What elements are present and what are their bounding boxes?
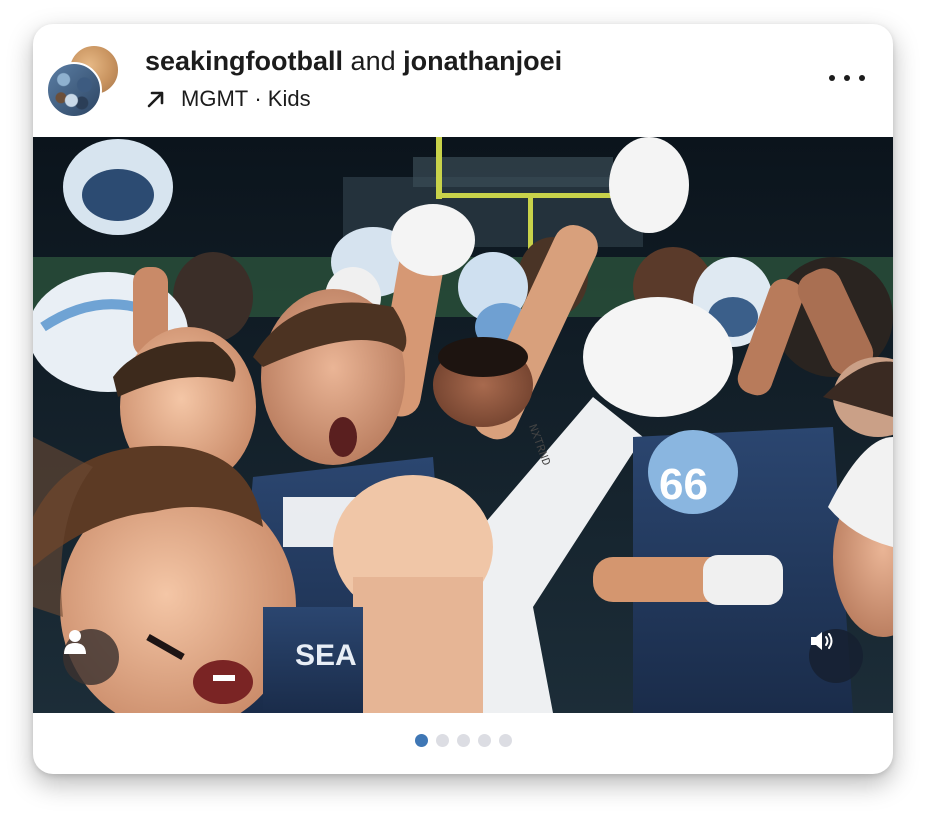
person-icon [64, 630, 86, 654]
audio-separator: · [254, 86, 262, 111]
author-primary-link[interactable]: seakingfootball [145, 46, 343, 76]
post-media[interactable]: 66 SEA NXTRND [33, 137, 893, 713]
carousel-dot[interactable] [498, 734, 512, 747]
post-card: seakingfootball and jonathanjoei MGMT · … [33, 24, 893, 774]
more-horizontal-icon [829, 75, 835, 81]
carousel-dot[interactable] [477, 734, 491, 747]
carousel-dot[interactable] [456, 734, 470, 747]
audio-attribution[interactable]: MGMT · Kids [145, 86, 311, 112]
carousel-indicator [414, 734, 512, 747]
jersey-team-text: SEA [295, 639, 357, 672]
arrow-up-right-icon [147, 91, 164, 108]
post-header: seakingfootball and jonathanjoei MGMT · … [33, 24, 893, 137]
post-photo: 66 SEA NXTRND [33, 137, 893, 713]
more-horizontal-icon [844, 75, 850, 81]
post-footer [33, 713, 893, 774]
jersey-number-text: 66 [659, 460, 708, 509]
carousel-dot[interactable] [435, 734, 449, 747]
author-connector: and [350, 46, 396, 76]
audio-artist: MGMT [181, 86, 249, 111]
author-secondary-link[interactable]: jonathanjoei [403, 46, 562, 76]
speaker-icon [811, 632, 833, 650]
sound-toggle-button[interactable] [809, 629, 863, 683]
carousel-dot[interactable] [414, 734, 428, 747]
audio-track: Kids [267, 86, 311, 111]
more-options-button[interactable] [829, 68, 865, 88]
post-authors: seakingfootball and jonathanjoei [145, 46, 562, 77]
avatar-seakingfootball[interactable] [46, 62, 102, 118]
avatar-stack[interactable] [46, 44, 120, 118]
more-horizontal-icon [859, 75, 865, 81]
tagged-people-button[interactable] [63, 629, 119, 685]
